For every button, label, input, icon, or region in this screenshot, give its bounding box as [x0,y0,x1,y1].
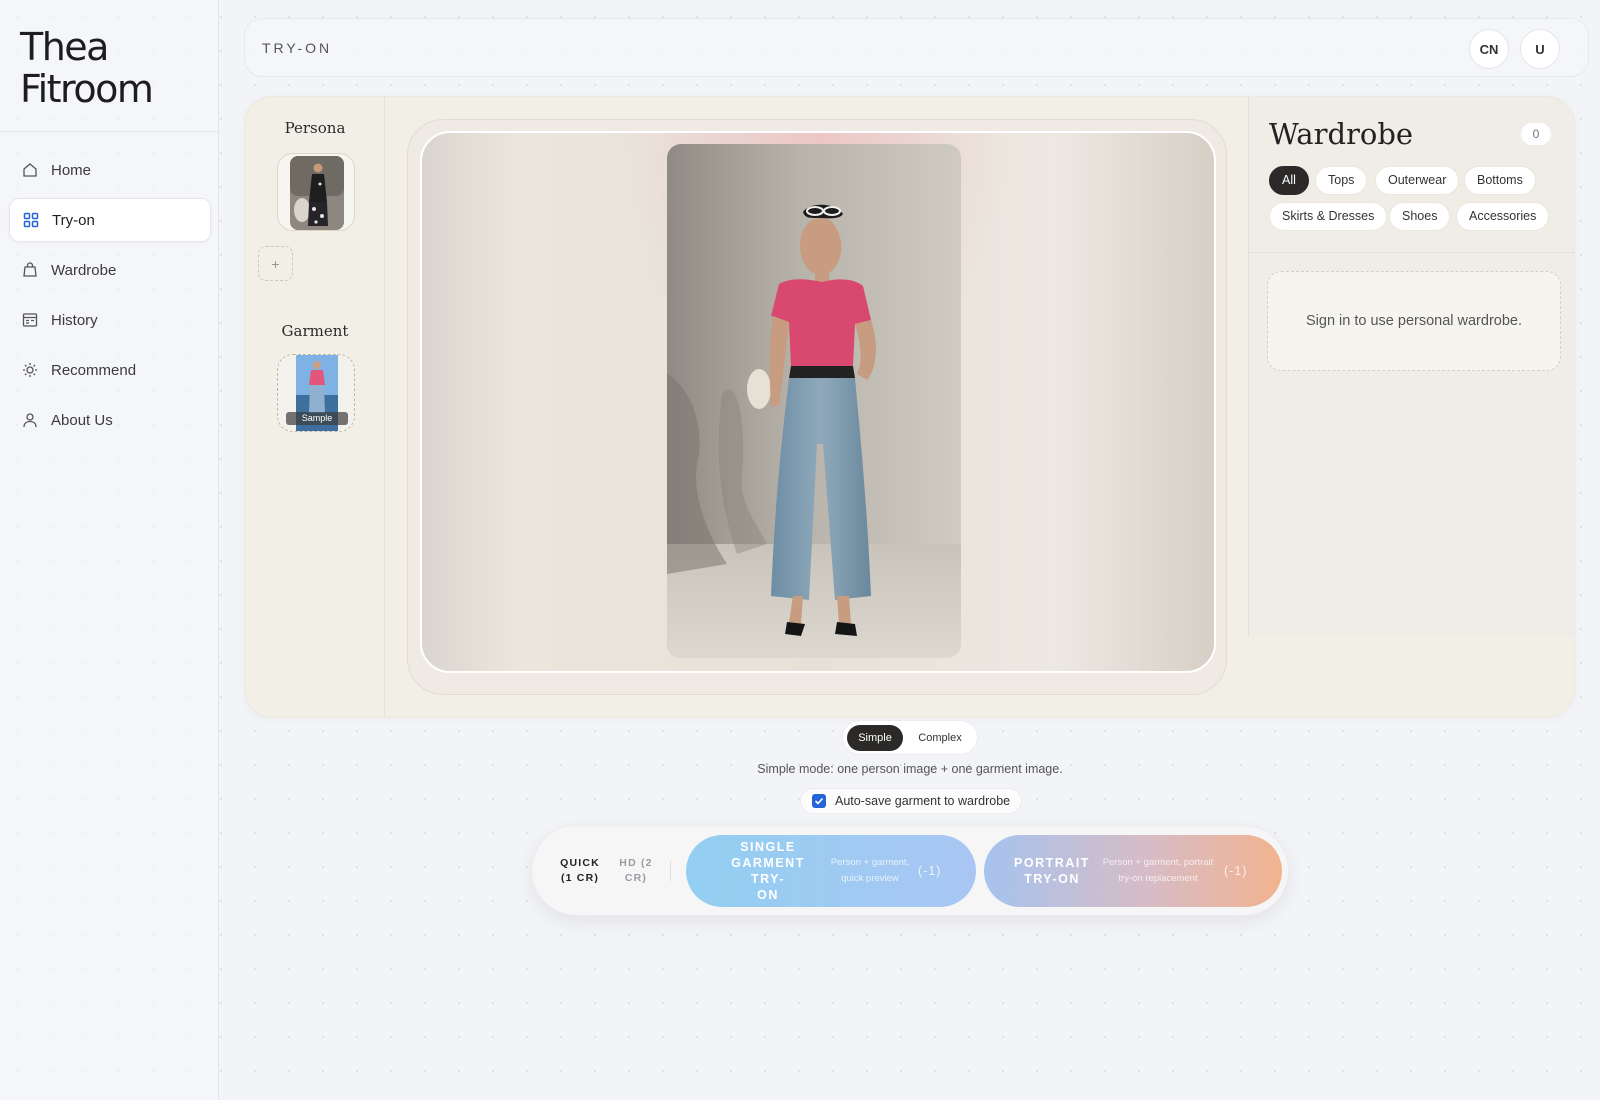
sidebar: Thea Fitroom Home Try-on Wardrobe Histor… [0,0,219,1100]
user-icon [22,412,38,428]
sidebar-item-label: Wardrobe [51,261,117,279]
persona-thumbnail[interactable] [277,153,355,231]
grid-icon [23,212,39,228]
history-icon [22,312,38,328]
filter-chip-shoes[interactable]: Shoes [1389,202,1451,231]
single-description: Person + garment, quick preview [820,855,920,887]
brand-logo[interactable]: Thea Fitroom [20,26,210,110]
sidebar-item-try-on[interactable]: Try-on [9,198,211,242]
brand-line-2: Fitroom [20,67,154,111]
mode-hint: Simple mode: one person image + one garm… [757,762,1063,776]
quality-separator [670,861,671,881]
persona-label: Persona [284,119,346,137]
single-desc-line-1: Person + garment, [830,857,910,868]
sidebar-item-about-us[interactable]: About Us [9,398,211,442]
bag-icon [22,262,38,278]
inputs-column: Persona + Garment Sample [245,97,385,717]
wardrobe-divider [1249,252,1574,253]
single-title-line-3: ON [757,888,779,902]
quality-quick-line-1: QUICK [560,857,600,869]
portrait-title-line-1: PORTRAIT [1014,856,1090,870]
home-icon [22,162,38,178]
language-toggle-button[interactable]: CN [1469,29,1509,69]
sidebar-item-label: History [51,311,98,329]
quality-hd-option[interactable]: HD (2 CR) [610,856,662,886]
result-photo [667,144,961,658]
quality-hd-line-2: CR) [624,872,648,884]
single-title-line-1: SINGLE [740,840,796,854]
mode-simple-button[interactable]: Simple [847,725,903,751]
autosave-checkbox[interactable] [812,794,826,808]
brand-line-1: Thea [20,25,109,69]
garment-label: Garment [281,322,349,340]
mode-toggle: Simple Complex [842,720,978,755]
filter-chip-bottoms[interactable]: Bottoms [1464,166,1536,195]
single-garment-try-on-button[interactable]: SINGLE GARMENT TRY- ON Person + garment,… [686,835,976,907]
portrait-title: PORTRAIT TRY-ON [1010,855,1094,887]
check-icon [814,797,824,805]
autosave-label: Auto-save garment to wardrobe [835,794,1011,808]
sidebar-item-label: About Us [51,411,113,429]
portrait-desc-line-1: Person + garment, portrait [1102,857,1214,868]
wardrobe-empty-state[interactable]: Sign in to use personal wardrobe. [1267,271,1561,371]
sidebar-item-wardrobe[interactable]: Wardrobe [9,248,211,292]
wardrobe-title: Wardrobe [1269,117,1414,151]
wardrobe-panel: Wardrobe 0 All Tops Outerwear Bottoms Sk… [1248,97,1574,637]
sidebar-divider [0,131,219,132]
sidebar-item-label: Home [51,161,92,179]
portrait-try-on-button[interactable]: PORTRAIT TRY-ON Person + garment, portra… [984,835,1282,907]
top-bar: TRY-ON CN U [244,18,1589,77]
portrait-title-line-2: TRY-ON [1024,872,1080,886]
sample-tag: Sample [286,412,348,425]
action-bar: QUICK (1 CR) HD (2 CR) SINGLE GARMENT TR… [531,825,1289,916]
single-title: SINGLE GARMENT TRY- ON [712,839,824,903]
model-photo-image [667,144,961,658]
mode-complex-button[interactable]: Complex [907,725,973,751]
page-title: TRY-ON [262,40,333,56]
quality-quick-option[interactable]: QUICK (1 CR) [554,856,606,886]
filter-chip-all[interactable]: All [1269,166,1309,195]
sidebar-nav: Home Try-on Wardrobe History Recommend A… [9,148,211,448]
single-cost: (-1) [918,864,942,878]
portrait-desc-line-2: try-on replacement [1118,873,1198,884]
persona-image [278,154,354,230]
autosave-toggle[interactable]: Auto-save garment to wardrobe [800,788,1022,814]
filter-chip-tops[interactable]: Tops [1315,166,1368,195]
sidebar-item-label: Recommend [51,361,137,379]
garment-thumbnail[interactable]: Sample [277,354,355,432]
wardrobe-count-badge: 0 [1521,123,1551,145]
portrait-cost: (-1) [1224,864,1248,878]
preview-stage [407,119,1227,695]
single-title-line-2: GARMENT TRY- [731,856,805,886]
filter-chip-outerwear[interactable]: Outerwear [1375,166,1460,195]
sidebar-item-recommend[interactable]: Recommend [9,348,211,392]
filter-chip-skirts-dresses[interactable]: Skirts & Dresses [1269,202,1388,231]
quality-quick-line-2: (1 CR) [560,872,600,884]
sidebar-item-history[interactable]: History [9,298,211,342]
preview-canvas [420,131,1216,673]
single-desc-line-2: quick preview [841,873,899,884]
sun-icon [22,362,38,378]
filter-chip-accessories[interactable]: Accessories [1456,202,1550,231]
sidebar-item-label: Try-on [52,211,95,229]
user-avatar-button[interactable]: U [1520,29,1560,69]
quality-hd-line-1: HD (2 [619,857,653,869]
add-persona-button[interactable]: + [258,246,293,281]
portrait-description: Person + garment, portrait try-on replac… [1094,855,1222,887]
sidebar-item-home[interactable]: Home [9,148,211,192]
try-on-workspace: Persona + Garment Sample Wardrobe 0 All … [244,96,1575,718]
